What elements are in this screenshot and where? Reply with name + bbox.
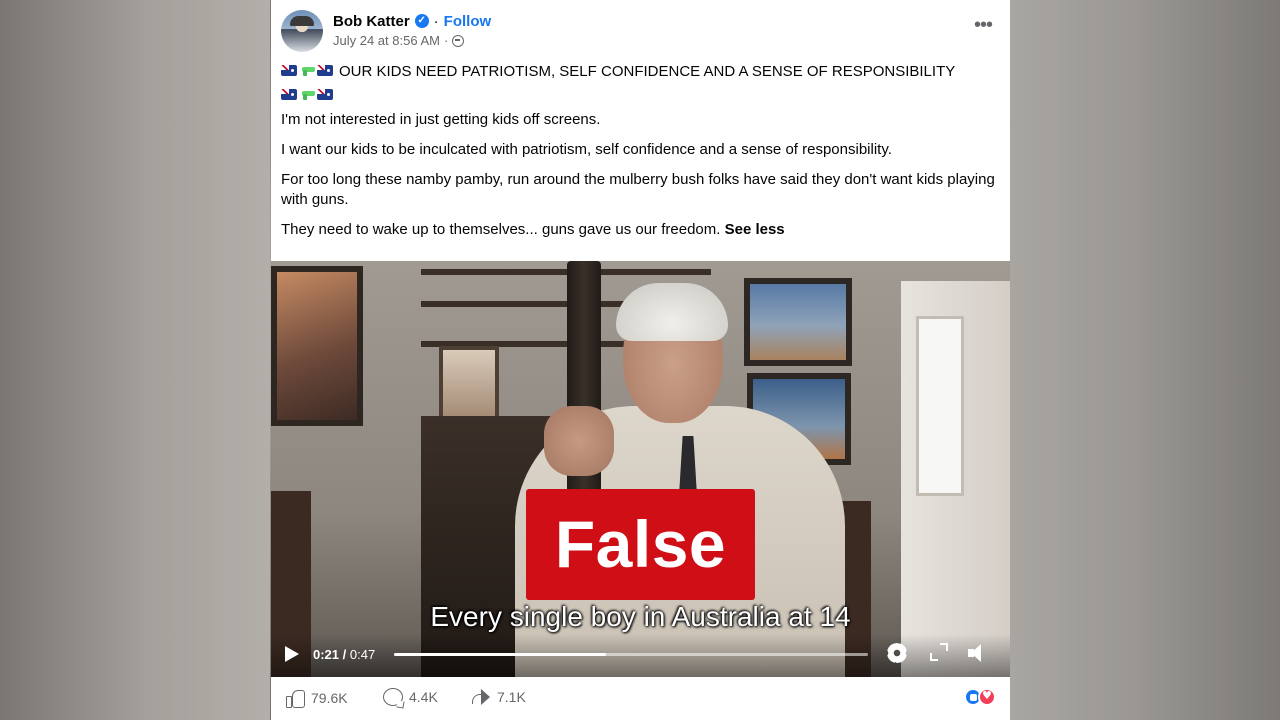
- post-meta: July 24 at 8:56 AM ·: [333, 33, 465, 48]
- total-time: 0:47: [349, 647, 376, 662]
- play-icon[interactable]: [285, 646, 299, 662]
- blurred-background-left: [0, 0, 270, 720]
- author-line: Bob Katter ✓ · Follow: [333, 11, 491, 31]
- video-scene-hand: [544, 406, 614, 476]
- video-scene-frame: [744, 278, 852, 366]
- video-scene-hair: [616, 283, 728, 341]
- blurred-background-right: [1010, 0, 1280, 720]
- fullscreen-icon[interactable]: [930, 643, 948, 661]
- post-headline: OUR KIDS NEED PATRIOTISM, SELF CONFIDENC…: [339, 63, 956, 80]
- australia-flag-icon: [281, 89, 297, 100]
- water-pistol-icon: [299, 89, 315, 100]
- more-options-icon[interactable]: •••: [974, 15, 993, 35]
- likes-count: 79.6K: [311, 690, 348, 706]
- video-controls: 0:21 / 0:47: [271, 634, 1010, 677]
- video-time: 0:21 / 0:47: [313, 647, 375, 662]
- volume-icon[interactable]: [968, 644, 988, 662]
- thumbs-up-icon: [285, 688, 305, 708]
- gear-icon[interactable]: [887, 643, 907, 663]
- post-paragraph-text: They need to wake up to themselves... gu…: [281, 221, 721, 238]
- video-scene-window: [916, 316, 964, 496]
- post-paragraph-last: They need to wake up to themselves... gu…: [281, 220, 1000, 240]
- engagement-bar: 79.6K 4.4K 7.1K: [271, 677, 1010, 720]
- author-avatar[interactable]: [281, 10, 323, 52]
- separator-dot: ·: [433, 12, 439, 30]
- post-paragraph: I want our kids to be inculcated with pa…: [281, 141, 892, 158]
- headline-row: OUR KIDS NEED PATRIOTISM, SELF CONFIDENC…: [281, 62, 1000, 100]
- see-less-link[interactable]: See less: [725, 221, 785, 238]
- comments-stat[interactable]: 4.4K: [383, 688, 438, 706]
- video-caption: Every single boy in Australia at 14: [430, 601, 851, 632]
- time-separator: /: [339, 647, 350, 662]
- water-pistol-icon: [299, 65, 315, 76]
- current-time: 0:21: [313, 647, 340, 662]
- video-progress-bar[interactable]: [394, 653, 868, 656]
- facebook-post-card: Bob Katter ✓ · Follow July 24 at 8:56 AM…: [271, 0, 1010, 720]
- australia-flag-icon: [281, 65, 297, 76]
- video-player[interactable]: False Every single boy in Australia at 1…: [271, 261, 1010, 677]
- shares-count: 7.1K: [497, 689, 526, 705]
- post-body: OUR KIDS NEED PATRIOTISM, SELF CONFIDENC…: [281, 62, 1000, 240]
- australia-flag-icon: [317, 65, 333, 76]
- post-header: Bob Katter ✓ · Follow July 24 at 8:56 AM…: [281, 8, 1000, 54]
- comments-count: 4.4K: [409, 689, 438, 705]
- post-paragraph: For too long these namby pamby, run arou…: [281, 171, 995, 208]
- post-timestamp[interactable]: July 24 at 8:56 AM: [333, 33, 440, 48]
- video-scene-painting: [271, 266, 363, 426]
- verified-badge-icon: ✓: [414, 14, 429, 28]
- share-icon: [471, 688, 491, 706]
- video-scene-portrait: [439, 346, 499, 421]
- reaction-summary[interactable]: [964, 688, 996, 706]
- meta-separator: ·: [443, 33, 449, 48]
- post-paragraph: I'm not interested in just getting kids …: [281, 111, 601, 128]
- likes-stat[interactable]: 79.6K: [285, 688, 348, 708]
- love-reaction-icon: [978, 688, 996, 706]
- emoji-group-trailing: [281, 89, 333, 100]
- author-name[interactable]: Bob Katter: [333, 13, 410, 30]
- avatar-hat: [290, 16, 314, 26]
- fact-check-false-badge: False: [526, 489, 755, 600]
- emoji-group: [281, 65, 333, 76]
- follow-button[interactable]: Follow: [444, 13, 492, 30]
- comment-icon: [383, 688, 403, 706]
- video-progress-fill: [394, 653, 606, 656]
- australia-flag-icon: [317, 89, 333, 100]
- rack-bar: [421, 269, 711, 275]
- globe-icon: [452, 34, 465, 47]
- shares-stat[interactable]: 7.1K: [471, 688, 526, 706]
